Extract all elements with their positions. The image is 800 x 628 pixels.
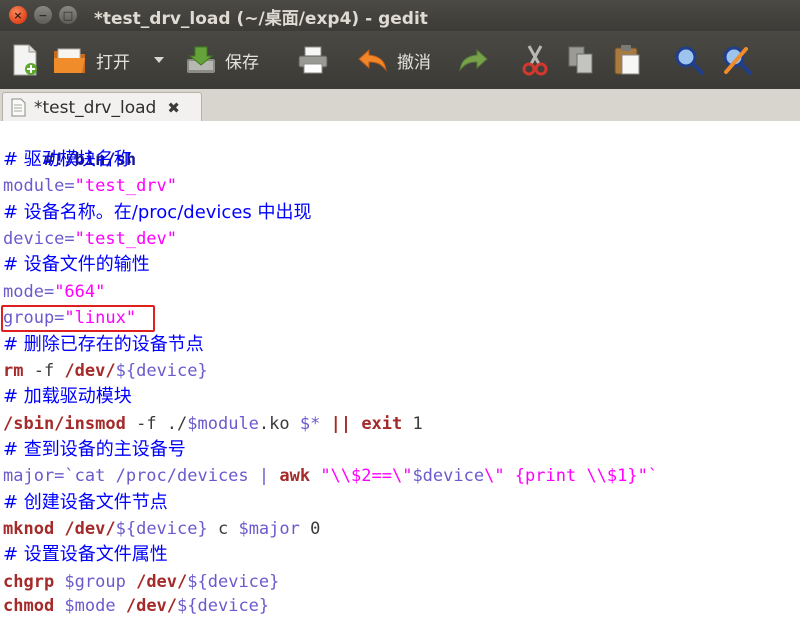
code-comment: # 删除已存在的设备节点: [3, 334, 204, 355]
print-button[interactable]: [297, 31, 329, 89]
tab-close-icon[interactable]: ✖: [167, 99, 180, 117]
save-label: 保存: [225, 52, 259, 73]
text-document-icon: [11, 98, 26, 117]
paste-icon: [614, 45, 640, 75]
toolbar: 打开 保存 撤消: [0, 31, 800, 89]
maximize-window-button[interactable]: □: [59, 6, 77, 24]
code-line: device="test_dev": [3, 229, 178, 249]
code-comment: # 设备名称。在/proc/devices 中出现: [3, 202, 312, 223]
code-line: #!/bin/sh: [43, 150, 137, 170]
code-line: mode="664": [3, 282, 106, 302]
redo-button: [457, 31, 489, 89]
undo-label: 撤消: [397, 52, 431, 73]
text-editor[interactable]: #!/bin/sh # 驱动模块名称 module="test_drv" # 设…: [0, 121, 800, 628]
cut-icon: [522, 45, 548, 76]
new-document-icon: [13, 44, 37, 76]
code-line: chgrp $group /dev/${device}: [3, 572, 280, 592]
print-icon: [298, 46, 328, 74]
code-line: major=`cat /proc/devices | awk "\\$2==\"…: [3, 466, 659, 486]
replace-button[interactable]: [722, 31, 752, 89]
tab-title: *test_drv_load: [34, 97, 157, 118]
open-dropdown-button[interactable]: [153, 31, 165, 89]
new-document-button[interactable]: [11, 31, 39, 89]
code-comment: # 加载驱动模块: [3, 386, 132, 407]
tab-test-drv-load[interactable]: *test_drv_load ✖: [2, 92, 202, 122]
code-line: chmod $mode /dev/${device}: [3, 596, 270, 616]
code-line: /sbin/insmod -f ./$module.ko $* || exit …: [3, 414, 423, 434]
code-comment: # 设置设备文件属性: [3, 544, 168, 565]
cut-button[interactable]: [521, 31, 549, 89]
search-icon: [675, 46, 704, 75]
window-title: *test_drv_load (~/桌面/exp4) - gedit: [94, 9, 428, 29]
search-button[interactable]: [674, 31, 704, 89]
open-folder-icon: [54, 48, 85, 73]
code-comment: # 查到设备的主设备号: [3, 439, 186, 460]
tab-bar: *test_drv_load ✖: [0, 89, 800, 122]
code-line: mknod /dev/${device} c $major 0: [3, 519, 321, 539]
redo-icon: [459, 48, 488, 72]
close-window-button[interactable]: ×: [9, 6, 27, 24]
copy-icon: [568, 46, 593, 74]
minimize-window-button[interactable]: −: [34, 6, 52, 24]
code-comment: # 设备文件的输性: [3, 254, 150, 275]
code-line: module="test_drv": [3, 176, 178, 196]
copy-button[interactable]: [567, 31, 595, 89]
code-comment: # 创建设备文件节点: [3, 492, 168, 513]
undo-icon: [358, 48, 387, 72]
dropdown-arrow-icon: [154, 57, 164, 63]
highlight-annotation-box: [1, 305, 155, 332]
code-comment: # 驱动模块名称: [3, 149, 132, 170]
save-button[interactable]: 保存: [185, 31, 259, 89]
open-label: 打开: [96, 52, 130, 73]
save-icon: [187, 46, 215, 73]
replace-icon: [723, 46, 752, 75]
paste-button[interactable]: [613, 31, 641, 89]
undo-button[interactable]: 撤消: [357, 31, 431, 89]
open-button[interactable]: 打开: [52, 31, 130, 89]
title-bar: × − □ *test_drv_load (~/桌面/exp4) - gedit: [0, 0, 800, 31]
code-line: rm -f /dev/${device}: [3, 361, 208, 381]
